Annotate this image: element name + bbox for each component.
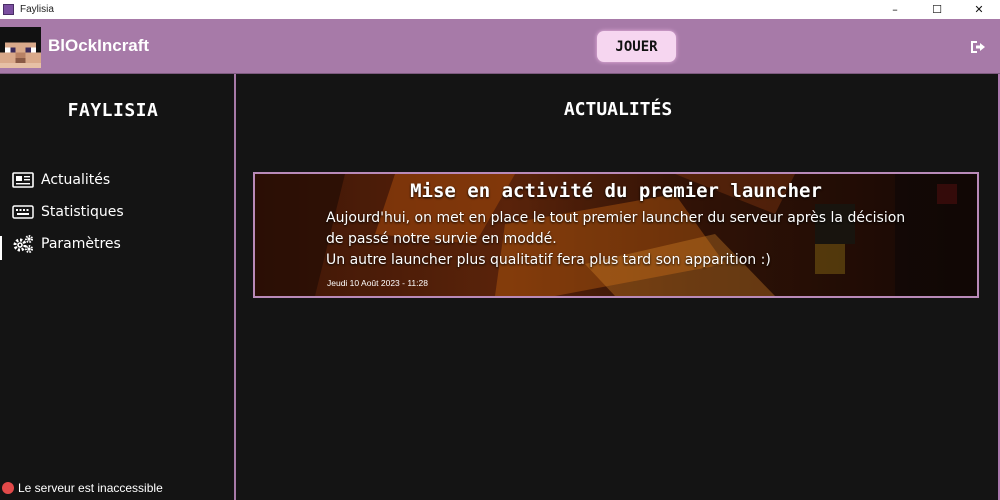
gears-icon — [11, 234, 35, 254]
news-date: Jeudi 10 Août 2023 - 11:28 — [327, 278, 428, 288]
window-controls: – ☐ ✕ — [874, 0, 1000, 19]
keyboard-icon — [11, 202, 35, 222]
play-button[interactable]: JOUER — [597, 31, 676, 62]
news-body-line: de passé notre survie en moddé. — [326, 231, 557, 247]
news-body: Aujourd'hui, on met en place le tout pre… — [326, 208, 926, 271]
news-card[interactable]: Mise en activité du premier launcher Auj… — [253, 172, 979, 298]
main-content: ACTUALITÉS Mise en activité du premier l… — [236, 74, 1000, 500]
sidebar-item-label: Actualités — [41, 172, 111, 188]
sidebar-item-label: Statistiques — [41, 204, 124, 220]
profile-username: FAYLISIA — [67, 100, 159, 121]
news-body-line: Un autre launcher plus qualitatif fera p… — [326, 252, 771, 268]
news-title: Mise en activité du premier launcher — [410, 180, 822, 202]
brand-name: BlOckIncraft — [48, 36, 150, 55]
app-icon — [3, 4, 14, 15]
window-titlebar: Faylisia – ☐ ✕ — [0, 0, 1000, 19]
page-title: ACTUALITÉS — [563, 99, 673, 120]
avatar — [0, 27, 41, 68]
minimize-button[interactable]: – — [874, 0, 916, 19]
window-title: Faylisia — [20, 4, 54, 15]
sidebar-item-label: Paramètres — [41, 236, 121, 252]
player-head-icon — [0, 27, 41, 68]
close-button[interactable]: ✕ — [958, 0, 1000, 19]
news-content: Mise en activité du premier launcher Auj… — [255, 174, 977, 296]
sidebar: FAYLISIA Actualités Statistiques Paramèt… — [0, 74, 236, 500]
app-header: BlOckIncraft JOUER — [0, 19, 1000, 74]
status-dot-icon — [2, 482, 14, 494]
server-status: Le serveur est inaccessible — [2, 481, 163, 495]
sidebar-item-actualites[interactable]: Actualités — [11, 168, 110, 192]
news-body-line: Aujourd'hui, on met en place le tout pre… — [326, 210, 906, 226]
sign-out-icon[interactable] — [970, 39, 986, 53]
nav-active-indicator — [0, 236, 2, 260]
newspaper-icon — [11, 170, 35, 190]
sidebar-item-parametres[interactable]: Paramètres — [11, 232, 121, 256]
maximize-button[interactable]: ☐ — [916, 0, 958, 19]
sidebar-item-statistiques[interactable]: Statistiques — [11, 200, 124, 224]
server-status-text: Le serveur est inaccessible — [18, 481, 163, 495]
